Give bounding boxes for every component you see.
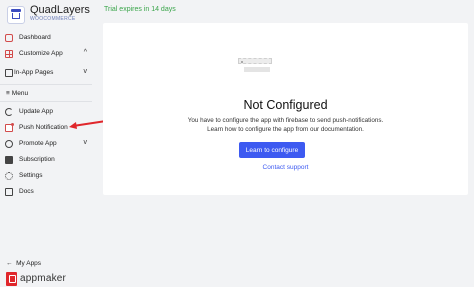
sidebar-item-update-app[interactable]: Update App xyxy=(0,105,92,119)
description-line-1: You have to configure the app with fireb… xyxy=(187,117,384,124)
docs-icon xyxy=(5,188,13,196)
refresh-icon xyxy=(5,108,13,116)
chevron-down-icon: v xyxy=(83,139,88,146)
grid-icon xyxy=(5,50,13,58)
annotation-arrow-icon xyxy=(69,120,107,129)
brand[interactable]: QuadLayers WOOCOMMERCE xyxy=(4,4,92,26)
sidebar-item-label: In-App Pages xyxy=(14,69,54,76)
sidebar-item-settings[interactable]: Settings xyxy=(0,169,92,183)
menu-label-text: Menu xyxy=(11,90,29,97)
sidebar-item-customize-app[interactable]: Customize App ^ xyxy=(0,47,92,61)
appmaker-logo-text: appmaker xyxy=(20,273,67,284)
sidebar-item-subscription[interactable]: Subscription xyxy=(0,153,92,167)
description-line-2: Learn how to configure the app from our … xyxy=(207,126,364,133)
menu-icon: ≡ xyxy=(6,90,10,97)
sidebar-item-dashboard[interactable]: Dashboard xyxy=(0,31,92,45)
sidebar-item-label: Promote App xyxy=(19,140,57,147)
cart-icon xyxy=(7,6,25,24)
sidebar-item-label: Customize App xyxy=(19,50,63,57)
chevron-up-icon: ^ xyxy=(83,49,87,56)
push-icon xyxy=(5,123,14,132)
trial-notice: Trial expires in 14 days xyxy=(104,6,176,13)
sidebar-item-label: Subscription xyxy=(19,156,55,163)
page-title: Not Configured xyxy=(243,98,328,112)
page-icon xyxy=(5,69,13,77)
sidebar: QuadLayers WOOCOMMERCE Dashboard Customi… xyxy=(0,0,92,287)
placeholder-illustration-icon xyxy=(238,58,274,78)
divider xyxy=(0,84,92,85)
gear-icon xyxy=(5,172,13,180)
promote-icon xyxy=(5,140,13,148)
sidebar-item-label: Settings xyxy=(19,172,43,179)
my-apps-label: My Apps xyxy=(16,260,42,267)
divider xyxy=(0,101,92,102)
sidebar-item-docs[interactable]: Docs xyxy=(0,185,92,199)
arrow-left-icon: ← xyxy=(6,260,13,267)
brand-subtitle: WOOCOMMERCE xyxy=(30,16,76,22)
sidebar-item-label: Docs xyxy=(19,188,34,195)
sidebar-item-label: Push Notification xyxy=(19,124,68,131)
menu-section-label: ≡ Menu xyxy=(6,90,28,97)
subscription-icon xyxy=(5,156,13,164)
chevron-down-icon: v xyxy=(83,68,88,75)
sidebar-item-promote-app[interactable]: Promote App v xyxy=(0,137,92,151)
contact-support-link[interactable]: Contact support xyxy=(103,164,468,171)
brand-name: QuadLayers xyxy=(30,4,90,16)
appmaker-logo-icon xyxy=(6,272,17,286)
learn-to-configure-button[interactable]: Learn to configure xyxy=(239,142,305,158)
sidebar-item-label: Update App xyxy=(19,108,53,115)
sidebar-item-in-app-pages[interactable]: In-App Pages v xyxy=(0,66,92,80)
dashboard-icon xyxy=(5,34,13,42)
sidebar-item-label: Dashboard xyxy=(19,34,51,41)
my-apps-link[interactable]: ← My Apps xyxy=(6,260,41,267)
